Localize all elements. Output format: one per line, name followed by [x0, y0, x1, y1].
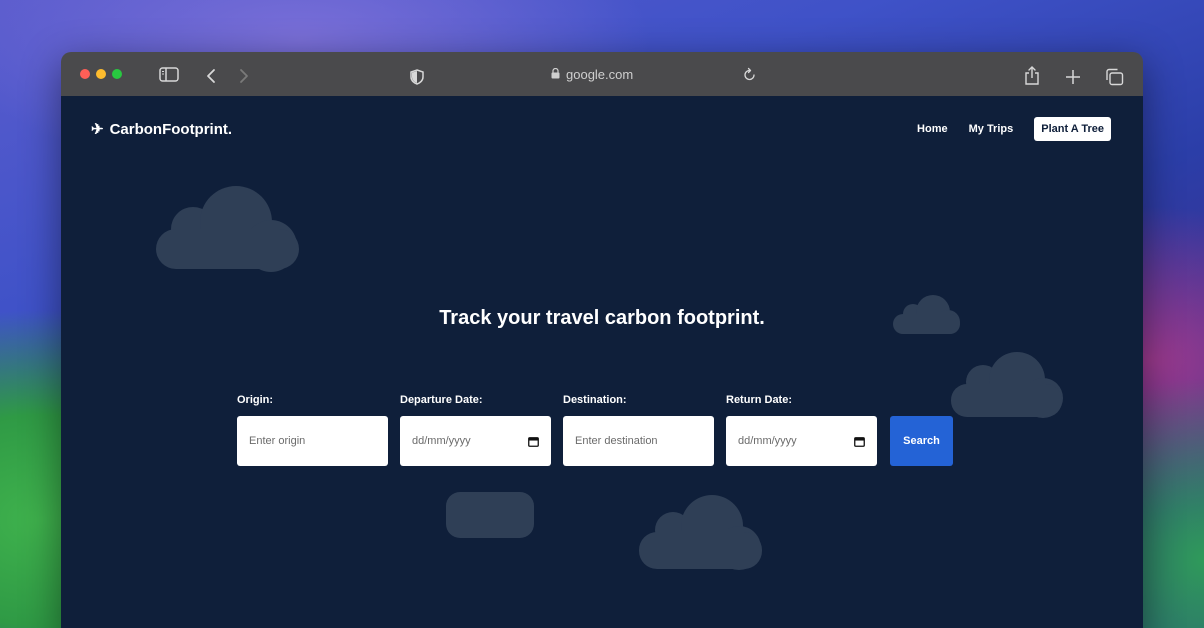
- cloud-icon: [951, 352, 1063, 418]
- return-date-input[interactable]: dd/mm/yyyy: [726, 416, 877, 466]
- departure-date-placeholder: dd/mm/yyyy: [412, 435, 471, 447]
- origin-placeholder: Enter origin: [249, 435, 306, 447]
- destination-field-group: Destination: Enter destination: [563, 394, 714, 466]
- cloud-icon: [156, 186, 299, 272]
- close-window-button[interactable]: [80, 69, 90, 79]
- destination-label: Destination:: [563, 394, 627, 406]
- tabs-overview-icon[interactable]: [1105, 68, 1124, 86]
- zoom-window-button[interactable]: [112, 69, 122, 79]
- origin-label: Origin:: [237, 394, 274, 406]
- forward-icon[interactable]: [239, 68, 249, 84]
- back-icon[interactable]: [206, 68, 216, 84]
- lock-icon: [551, 67, 560, 82]
- destination-placeholder: Enter destination: [575, 435, 658, 447]
- return-field-group: Return Date: dd/mm/yyyy: [726, 394, 877, 466]
- calendar-icon[interactable]: [528, 436, 539, 447]
- origin-input[interactable]: Enter origin: [237, 416, 388, 466]
- nav-home-link[interactable]: Home: [917, 123, 948, 135]
- address-bar[interactable]: google.com: [551, 65, 633, 83]
- origin-field-group: Origin: Enter origin: [237, 394, 388, 466]
- sidebar-icon[interactable]: [159, 67, 179, 82]
- site-logo[interactable]: ✈ CarbonFootprint.: [91, 120, 233, 139]
- reload-icon[interactable]: [744, 67, 756, 81]
- plant-a-tree-button[interactable]: Plant A Tree: [1034, 117, 1111, 141]
- minimize-window-button[interactable]: [96, 69, 106, 79]
- web-page: ✈ CarbonFootprint. Home My Trips Plant A…: [61, 96, 1143, 628]
- airplane-icon: ✈: [91, 121, 104, 138]
- page-headline: Track your travel carbon footprint.: [439, 307, 765, 329]
- departure-field-group: Departure Date: dd/mm/yyyy: [400, 394, 551, 466]
- return-date-label: Return Date:: [726, 394, 793, 406]
- departure-date-label: Departure Date:: [400, 394, 483, 406]
- destination-input[interactable]: Enter destination: [563, 416, 714, 466]
- share-icon[interactable]: [1024, 66, 1040, 86]
- calendar-icon[interactable]: [854, 436, 865, 447]
- browser-toolbar: google.com: [61, 52, 1143, 96]
- browser-window: google.com ✈ CarbonFootprint. Home My Tr…: [61, 52, 1143, 628]
- logo-text: CarbonFootprint.: [109, 120, 233, 138]
- cloud-icon: [639, 495, 762, 570]
- main-nav: Home My Trips Plant A Tree: [917, 117, 1111, 141]
- new-tab-icon[interactable]: [1065, 69, 1081, 85]
- return-date-placeholder: dd/mm/yyyy: [738, 435, 797, 447]
- nav-my-trips-link[interactable]: My Trips: [969, 123, 1014, 135]
- url-text: google.com: [566, 66, 634, 82]
- departure-date-input[interactable]: dd/mm/yyyy: [400, 416, 551, 466]
- shield-icon[interactable]: [410, 69, 424, 85]
- search-button[interactable]: Search: [890, 416, 953, 466]
- cloud-icon: [446, 492, 534, 538]
- desktop-wallpaper: google.com ✈ CarbonFootprint. Home My Tr…: [0, 0, 1204, 628]
